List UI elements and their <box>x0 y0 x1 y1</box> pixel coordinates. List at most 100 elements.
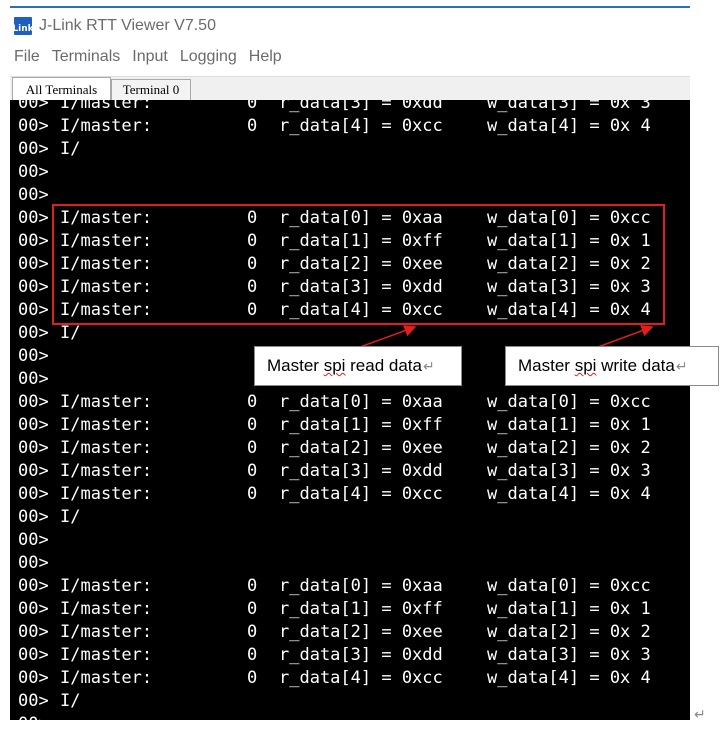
line-value: 0 <box>247 461 258 481</box>
terminal-line: 00> I/master: 0 r_data[0] = 0xaa w_data[0] =… <box>10 575 690 598</box>
line-value: 0 <box>247 484 258 504</box>
line-prefix: 00> <box>18 645 49 665</box>
app-icon-label: Link <box>12 24 34 34</box>
line-read: r_data[3] = 0xdd <box>279 461 443 481</box>
window-title: J-Link RTT Viewer V7.50 <box>39 17 216 34</box>
line-read: r_data[3] = 0xdd <box>279 100 443 113</box>
line-read: r_data[3] = 0xdd <box>279 645 443 665</box>
menu-input[interactable]: Input <box>132 48 168 66</box>
line-prefix: 00> <box>18 162 49 182</box>
write-callout-text-2: write data <box>596 356 675 375</box>
terminal-line: 00> I/master: 0 r_data[3] = 0xdd w_data[3] =… <box>10 100 690 115</box>
terminal-output[interactable]: 00> I/master: 0 r_data[3] = 0xdd w_data[3] =… <box>10 100 690 720</box>
line-prefix: 00> <box>18 599 49 619</box>
line-write: w_data[2] = 0x 2 <box>487 622 651 642</box>
terminal-line: 00> <box>10 552 690 575</box>
window-top-border <box>10 6 690 8</box>
line-value: 0 <box>247 622 258 642</box>
line-prefix: 00> <box>18 668 49 688</box>
terminal-line: 00> <box>10 713 690 720</box>
tab-terminal-0[interactable]: Terminal 0 <box>111 79 191 100</box>
line-prefix: 00> <box>18 622 49 642</box>
line-prefix: 00> <box>18 553 49 573</box>
line-prefix: 00> <box>18 392 49 412</box>
line-write: w_data[0] = 0xcc <box>487 392 651 412</box>
line-write: w_data[0] = 0xcc <box>487 576 651 596</box>
line-tag: I/master: <box>60 668 153 688</box>
highlight-box <box>52 204 665 325</box>
write-data-callout: Master spi write data ↵ <box>505 346 719 386</box>
terminal-line: 00> I/master: 0 r_data[3] = 0xdd w_data[3] =… <box>10 460 690 483</box>
terminal-line: 00> <box>10 529 690 552</box>
terminal-line: 00> I/ <box>10 506 690 529</box>
line-write: w_data[2] = 0x 2 <box>487 438 651 458</box>
read-callout-text-2: read data <box>345 356 422 375</box>
line-prefix: 00> <box>18 323 49 343</box>
line-read: r_data[4] = 0xcc <box>279 116 443 136</box>
line-tag: I/master: <box>60 438 153 458</box>
tab-all-terminals[interactable]: All Terminals <box>12 77 111 101</box>
return-mark-icon: ↵ <box>675 357 688 374</box>
line-write: w_data[4] = 0x 4 <box>487 116 651 136</box>
line-write: w_data[4] = 0x 4 <box>487 484 651 504</box>
line-value: 0 <box>247 668 258 688</box>
line-tag: I/master: <box>60 576 153 596</box>
line-value: 0 <box>247 645 258 665</box>
terminal-line: 00> I/master: 0 r_data[4] = 0xcc w_data[4] =… <box>10 483 690 506</box>
menu-terminals[interactable]: Terminals <box>52 48 120 66</box>
line-prefix: 00> <box>18 530 49 550</box>
line-tag: I/master: <box>60 484 153 504</box>
line-prefix: 00> <box>18 415 49 435</box>
menu-bar: File Terminals Input Logging Help <box>14 48 294 66</box>
write-callout-spi: spi <box>574 356 597 375</box>
terminal-line: 00> I/master: 0 r_data[3] = 0xdd w_data[3] =… <box>10 644 690 667</box>
terminal-line: 00> I/master: 0 r_data[1] = 0xff w_data[1] =… <box>10 598 690 621</box>
menu-file[interactable]: File <box>14 48 40 66</box>
line-tag: I/master: <box>60 461 153 481</box>
line-tag: I/ <box>60 507 81 527</box>
read-callout-text-1: Master <box>267 356 324 375</box>
menu-help[interactable]: Help <box>249 48 282 66</box>
terminal-line: 00> I/master: 0 r_data[0] = 0xaa w_data[0] =… <box>10 391 690 414</box>
line-prefix: 00> <box>18 507 49 527</box>
line-prefix: 00> <box>18 100 49 113</box>
line-prefix: 00> <box>18 713 49 720</box>
line-tag: I/master: <box>60 415 153 435</box>
line-read: r_data[2] = 0xee <box>279 622 443 642</box>
terminal-line: 00> I/ <box>10 322 690 345</box>
tab-strip: All Terminals Terminal 0 <box>10 76 690 101</box>
line-read: r_data[0] = 0xaa <box>279 576 443 596</box>
line-prefix: 00> <box>18 438 49 458</box>
line-tag: I/master: <box>60 599 153 619</box>
line-read: r_data[2] = 0xee <box>279 438 443 458</box>
line-prefix: 00> <box>18 277 49 297</box>
terminal-line: 00> I/master: 0 r_data[2] = 0xee w_data[2] =… <box>10 621 690 644</box>
line-value: 0 <box>247 599 258 619</box>
menu-logging[interactable]: Logging <box>180 48 237 66</box>
line-tag: I/master: <box>60 100 153 113</box>
terminal-line: 00> I/master: 0 r_data[4] = 0xcc w_data[4] =… <box>10 667 690 690</box>
line-tag: I/ <box>60 139 81 159</box>
line-tag: I/master: <box>60 116 153 136</box>
line-tag: I/master: <box>60 622 153 642</box>
line-write: w_data[3] = 0x 3 <box>487 461 651 481</box>
line-write: w_data[3] = 0x 3 <box>487 645 651 665</box>
terminal-line: 00> I/master: 0 r_data[2] = 0xee w_data[2] =… <box>10 437 690 460</box>
line-prefix: 00> <box>18 185 49 205</box>
read-data-callout: Master spi read data ↵ <box>254 346 462 386</box>
line-prefix: 00> <box>18 208 49 228</box>
terminal-line: 00> I/ <box>10 690 690 713</box>
line-tag: I/master: <box>60 392 153 412</box>
line-write: w_data[3] = 0x 3 <box>487 100 651 113</box>
line-value: 0 <box>247 438 258 458</box>
line-prefix: 00> <box>18 254 49 274</box>
line-prefix: 00> <box>18 300 49 320</box>
terminal-lines: 00> I/master: 0 r_data[3] = 0xdd w_data[3] =… <box>10 100 690 720</box>
line-read: r_data[4] = 0xcc <box>279 484 443 504</box>
line-value: 0 <box>247 415 258 435</box>
line-prefix: 00> <box>18 346 49 366</box>
jlink-app-icon: Link <box>12 17 34 35</box>
line-read: r_data[0] = 0xaa <box>279 392 443 412</box>
line-tag: I/master: <box>60 645 153 665</box>
line-prefix: 00> <box>18 116 49 136</box>
